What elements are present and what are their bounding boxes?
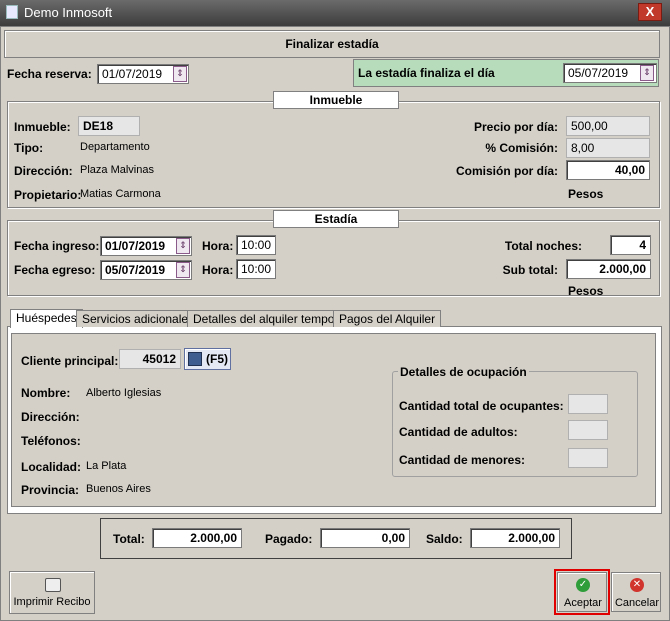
precio-dia-field: 500,00 — [566, 116, 650, 136]
localidad-value: La Plata — [86, 460, 127, 472]
cancelar-label: Cancelar — [614, 597, 660, 609]
inmueble-code-field: DE18 — [78, 116, 140, 136]
comision-dia-field[interactable]: 40,00 — [566, 160, 650, 180]
cliente-principal-field: 45012 — [119, 349, 181, 369]
f5-label: (F5) — [206, 352, 228, 366]
printer-icon — [45, 578, 61, 592]
direccion-value: Plaza Malvinas — [80, 164, 154, 176]
binoculars-icon — [188, 352, 202, 366]
comision-dia-label: Comisión por día: — [456, 164, 558, 178]
propietario-value: Matias Carmona — [80, 188, 161, 200]
fecha-ingreso-spinner-icon[interactable]: ⇕ — [176, 238, 190, 254]
pagado-label: Pagado: — [265, 532, 313, 546]
tab-huespedes[interactable]: Huéspedes — [10, 309, 83, 328]
inmueble-pesos-label: Pesos — [568, 187, 604, 201]
tipo-label: Tipo: — [14, 141, 44, 155]
ocupacion-title: Detalles de ocupación — [398, 365, 529, 379]
menores-label: Cantidad de menores: — [399, 453, 526, 467]
buscar-cliente-button[interactable]: (F5) — [184, 348, 231, 370]
finaliza-date-value: 05/07/2019 — [568, 66, 629, 80]
page-title: Finalizar estadía — [4, 30, 660, 58]
pagado-field[interactable]: 0,00 — [320, 528, 410, 548]
hora-ingreso-field[interactable]: 10:00 — [236, 235, 276, 255]
adultos-field[interactable] — [568, 420, 608, 440]
telefonos-label: Teléfonos: — [21, 434, 81, 448]
nombre-value: Alberto Iglesias — [86, 387, 162, 399]
tipo-value: Departamento — [80, 141, 150, 153]
menores-field[interactable] — [568, 448, 608, 468]
provincia-label: Provincia: — [21, 483, 80, 497]
close-window-button[interactable]: X — [638, 3, 662, 21]
fecha-ingreso-label: Fecha ingreso: — [14, 239, 100, 253]
imprimir-recibo-label: Imprimir Recibo — [13, 596, 91, 608]
tab-detalles-alquiler[interactable]: Detalles del alquiler temporal — [187, 310, 354, 327]
fecha-egreso-spinner-icon[interactable]: ⇕ — [176, 262, 190, 278]
cancelar-button[interactable]: ✕ Cancelar — [611, 572, 661, 612]
hora-egreso-label: Hora: — [202, 263, 234, 277]
sub-total-label: Sub total: — [502, 263, 558, 277]
aceptar-label: Aceptar — [564, 597, 602, 609]
saldo-field[interactable]: 2.000,00 — [470, 528, 560, 548]
inmueble-label: Inmueble: — [14, 120, 71, 134]
localidad-label: Localidad: — [21, 460, 82, 474]
total-ocupantes-label: Cantidad total de ocupantes: — [399, 399, 564, 413]
finaliza-label: La estadía finaliza el día — [358, 66, 495, 80]
total-ocupantes-field[interactable] — [568, 394, 608, 414]
estadia-pesos-label: Pesos — [568, 284, 604, 298]
total-field[interactable]: 2.000,00 — [152, 528, 242, 548]
app-icon — [6, 5, 18, 19]
total-label: Total: — [113, 532, 145, 546]
direccion-label: Dirección: — [14, 164, 73, 178]
hora-egreso-field[interactable]: 10:00 — [236, 259, 276, 279]
total-noches-label: Total noches: — [504, 239, 582, 253]
comision-pct-field: 8,00 — [566, 138, 650, 158]
aceptar-button[interactable]: ✓ Aceptar — [557, 572, 607, 612]
adultos-label: Cantidad de adultos: — [399, 425, 518, 439]
estadia-group — [7, 220, 660, 296]
sub-total-field[interactable]: 2.000,00 — [566, 259, 651, 279]
fecha-reserva-label: Fecha reserva: — [7, 67, 92, 81]
cliente-principal-label: Cliente principal: — [21, 354, 119, 368]
comision-pct-label: % Comisión: — [485, 141, 558, 155]
propietario-label: Propietario: — [14, 188, 82, 202]
check-icon: ✓ — [576, 578, 590, 592]
precio-dia-label: Precio por día: — [473, 120, 558, 134]
fecha-reserva-value: 01/07/2019 — [102, 67, 163, 81]
inmueble-section-title: Inmueble — [273, 91, 399, 109]
tab-pagos-alquiler[interactable]: Pagos del Alquiler — [333, 310, 442, 327]
fecha-ingreso-value: 01/07/2019 — [105, 239, 166, 253]
tab-servicios-adicionales[interactable]: Servicios adicionales — [76, 310, 201, 327]
title-bar: Demo Inmosoft X — [0, 0, 670, 26]
cancel-icon: ✕ — [630, 578, 644, 592]
huesped-direccion-label: Dirección: — [21, 410, 80, 424]
imprimir-recibo-button[interactable]: Imprimir Recibo — [9, 571, 95, 614]
total-noches-field[interactable]: 4 — [610, 235, 651, 255]
estadia-section-title: Estadía — [273, 210, 399, 228]
saldo-label: Saldo: — [426, 532, 463, 546]
provincia-value: Buenos Aires — [86, 483, 151, 495]
nombre-label: Nombre: — [21, 386, 71, 400]
fecha-egreso-value: 05/07/2019 — [105, 263, 166, 277]
window-title: Demo Inmosoft — [24, 5, 113, 20]
finaliza-date-spinner-icon[interactable]: ⇕ — [640, 65, 654, 81]
hora-ingreso-label: Hora: — [202, 239, 234, 253]
fecha-egreso-label: Fecha egreso: — [14, 263, 96, 277]
fecha-reserva-spinner-icon[interactable]: ⇕ — [173, 66, 187, 82]
